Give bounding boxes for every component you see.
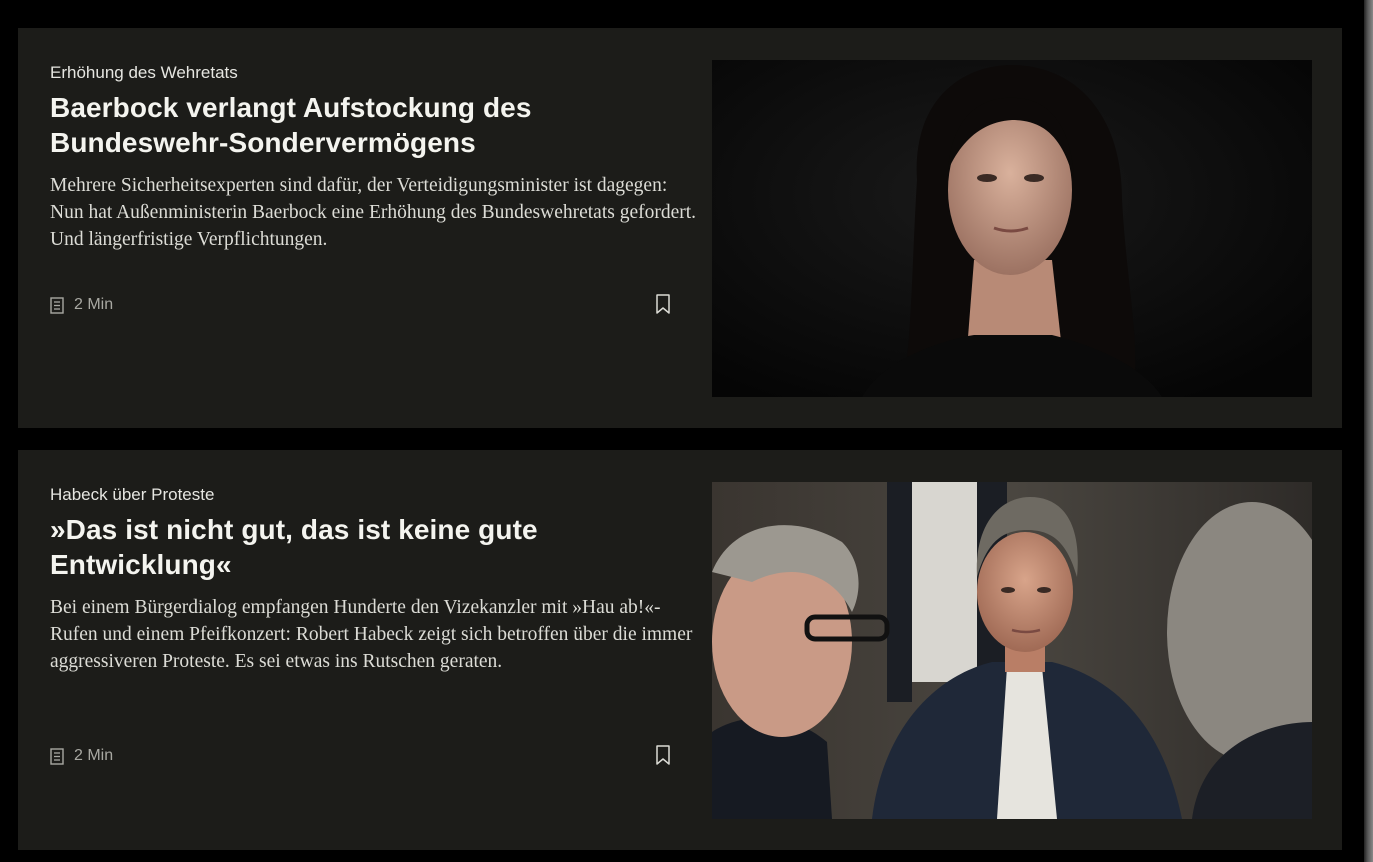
- article-headline[interactable]: »Das ist nicht gut, das ist keine gute E…: [50, 512, 700, 582]
- bookmark-icon[interactable]: [654, 294, 672, 314]
- article-text: Erhöhung des Wehretats Baerbock verlangt…: [50, 62, 700, 253]
- article-headline[interactable]: Baerbock verlangt Aufstockung des Bundes…: [50, 90, 700, 160]
- article-kicker: Habeck über Proteste: [50, 485, 215, 504]
- reading-time: 2 Min: [50, 296, 113, 314]
- reading-time-text: 2 Min: [74, 747, 114, 764]
- article-photo[interactable]: [712, 60, 1312, 397]
- article-text: Habeck über Proteste »Das ist nicht gut,…: [50, 484, 700, 675]
- reading-time-text: 2 Min: [74, 296, 114, 313]
- article-icon: [50, 296, 64, 314]
- article-card[interactable]: Habeck über Proteste »Das ist nicht gut,…: [18, 450, 1342, 850]
- article-kicker: Erhöhung des Wehretats: [50, 63, 238, 82]
- window-edge: [1364, 0, 1373, 862]
- reading-time: 2 Min: [50, 747, 113, 765]
- article-icon: [50, 747, 64, 765]
- article-teaser: Bei einem Bürgerdialog empfangen Hundert…: [50, 597, 693, 672]
- article-photo[interactable]: [712, 482, 1312, 819]
- bookmark-icon[interactable]: [654, 745, 672, 765]
- article-card[interactable]: Erhöhung des Wehretats Baerbock verlangt…: [18, 28, 1342, 428]
- article-teaser: Mehrere Sicherheitsexperten sind dafür, …: [50, 175, 697, 250]
